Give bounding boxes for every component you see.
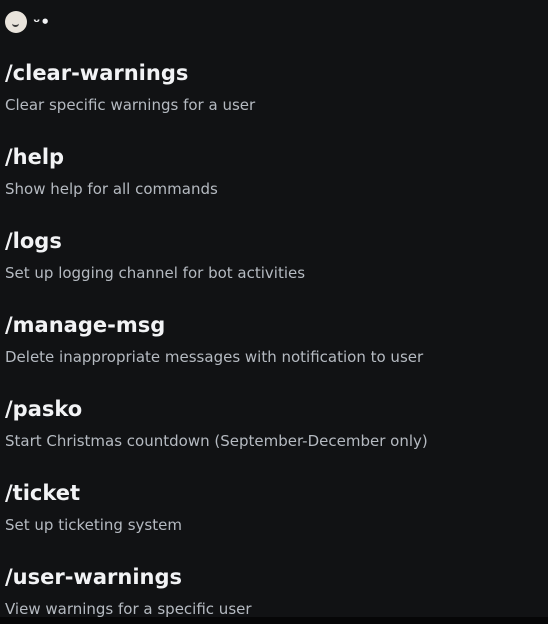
command-name: /manage-msg (5, 313, 166, 337)
command-item-logs[interactable]: /logs Set up logging channel for bot act… (5, 227, 545, 311)
bottom-bar (0, 617, 548, 624)
command-item-pasko[interactable]: /pasko Start Christmas countdown (Septem… (5, 395, 545, 479)
command-item-manage-msg[interactable]: /manage-msg Delete inappropriate message… (5, 311, 545, 395)
command-item-help[interactable]: /help Show help for all commands (5, 143, 545, 227)
command-item-user-warnings[interactable]: /user-warnings View warnings for a speci… (5, 563, 545, 624)
command-item-ticket[interactable]: /ticket Set up ticketing system (5, 479, 545, 563)
command-name: /user-warnings (5, 565, 182, 589)
command-item-clear-warnings[interactable]: /clear-warnings Clear specific warnings … (5, 59, 545, 143)
command-name: /pasko (5, 397, 83, 421)
command-description: Set up ticketing system (5, 516, 182, 534)
command-description: View warnings for a specific user (5, 600, 252, 618)
command-description: Clear specific warnings for a user (5, 96, 256, 114)
bot-name[interactable]: ᵕ• (33, 11, 50, 33)
smiley-avatar-icon[interactable] (5, 11, 27, 33)
command-list: /clear-warnings Clear specific warnings … (5, 59, 545, 624)
bot-header: ᵕ• (5, 11, 50, 33)
command-description: Show help for all commands (5, 180, 218, 198)
command-description: Start Christmas countdown (September-Dec… (5, 432, 428, 450)
command-name: /logs (5, 229, 62, 253)
command-name: /clear-warnings (5, 61, 189, 85)
command-description: Delete inappropriate messages with notif… (5, 348, 424, 366)
command-name: /help (5, 145, 65, 169)
command-description: Set up logging channel for bot activitie… (5, 264, 306, 282)
command-name: /ticket (5, 481, 81, 505)
